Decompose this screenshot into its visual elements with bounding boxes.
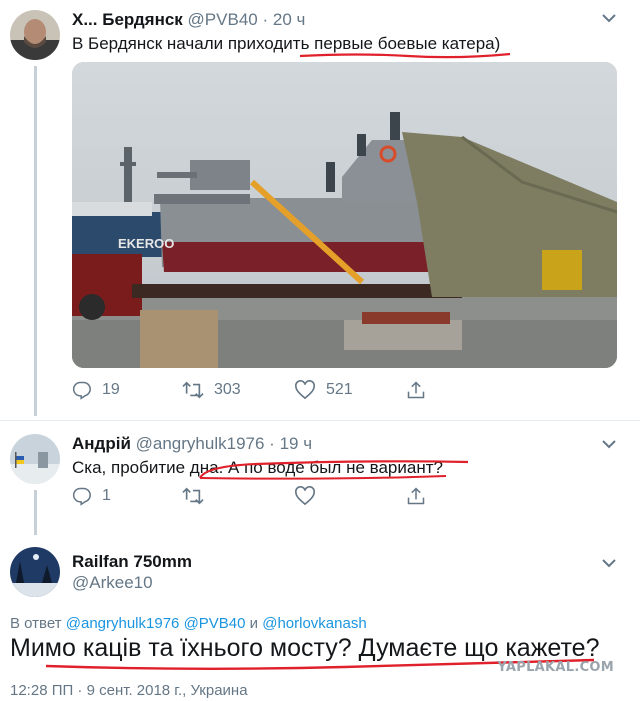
author-handle[interactable]: @PVB40 — [188, 10, 258, 29]
reply-prefix: В ответ — [10, 615, 66, 632]
retweet-button[interactable] — [182, 486, 204, 506]
tweet-header: Х... Бердянск @PVB40 · 20 ч — [72, 10, 305, 30]
reply-button[interactable]: 1 — [72, 486, 111, 506]
share-icon — [407, 381, 425, 399]
watermark: YAPLAKAL.COM — [497, 660, 614, 675]
ship-name-text: EKEROO — [118, 236, 174, 251]
chevron-down-icon[interactable] — [602, 555, 616, 573]
tweet-header-handle: @Arkee10 — [72, 573, 153, 593]
chevron-down-icon[interactable] — [602, 436, 616, 454]
tweet-text-highlight: первые боевые катера — [314, 34, 495, 53]
mention-link[interactable]: @angryhulk1976 — [66, 615, 180, 632]
author-name[interactable]: Railfan 750mm — [72, 552, 192, 571]
mention-link[interactable]: @PVB40 — [184, 615, 246, 632]
author-name[interactable]: Х... Бердянск — [72, 10, 183, 29]
reply-icon — [72, 381, 91, 400]
avatar[interactable] — [10, 547, 60, 597]
like-button[interactable] — [294, 486, 316, 506]
reply-icon — [72, 487, 91, 506]
chevron-down-icon[interactable] — [602, 10, 616, 28]
retweet-button[interactable]: 303 — [182, 380, 241, 400]
share-icon — [407, 487, 425, 505]
tweet-text: Ска, пробитие дна. А по воде был не вари… — [72, 458, 443, 478]
dot-separator: · — [269, 434, 275, 453]
author-name[interactable]: Андрій — [72, 434, 131, 453]
author-handle[interactable]: @angryhulk1976 — [136, 434, 265, 453]
retweet-icon — [182, 381, 204, 399]
avatar[interactable] — [10, 434, 60, 484]
heart-icon — [295, 486, 315, 506]
share-button[interactable] — [406, 380, 426, 400]
tweet-actions: 1 — [72, 486, 472, 512]
reply-button[interactable]: 19 — [72, 380, 120, 400]
timestamp[interactable]: 20 ч — [273, 10, 306, 29]
share-button[interactable] — [406, 486, 426, 506]
tweet-header: Андрій @angryhulk1976 · 19 ч — [72, 434, 312, 454]
tweet-text-part: В Бердянск начали приходить — [72, 34, 315, 53]
tweet-actions: 19 303 521 — [72, 380, 472, 406]
heart-icon — [295, 380, 315, 400]
thread-line — [34, 490, 37, 535]
reply-context: В ответ @angryhulk1976 @PVB40 и @horlovk… — [10, 615, 367, 632]
tweet-1[interactable]: Х... Бердянск @PVB40 · 20 ч В Бердянск н… — [0, 0, 640, 420]
tweet-text: В Бердянск начали приходить первые боевы… — [72, 34, 500, 54]
retweet-icon — [182, 487, 204, 505]
reply-count: 19 — [102, 381, 120, 398]
tweet-photo[interactable]: EKEROO — [72, 62, 617, 368]
tweet-header: Railfan 750mm — [72, 552, 192, 572]
like-button[interactable]: 521 — [294, 380, 353, 400]
avatar[interactable] — [10, 10, 60, 60]
tweet-text-part: Ска, пробитие дна — [72, 458, 219, 477]
reply-count: 1 — [102, 487, 111, 504]
like-count: 521 — [326, 381, 353, 398]
thread-line — [34, 66, 37, 416]
tweet-metadata: 12:28 ПП · 9 сент. 2018 г., Украина — [10, 682, 248, 699]
dot-separator: · — [262, 10, 269, 29]
author-handle[interactable]: @Arkee10 — [72, 573, 153, 592]
tweet-text-part: ) — [494, 34, 501, 53]
timestamp[interactable]: 19 ч — [280, 434, 313, 453]
mention-link[interactable]: @horlovkanash — [262, 615, 366, 632]
tweet-2[interactable]: Андрій @angryhulk1976 · 19 ч Ска, пробит… — [0, 420, 640, 535]
tweet-text-highlight: . А по воде был не вариант? — [218, 458, 443, 477]
retweet-count: 303 — [214, 381, 241, 398]
tweet-text: Мимо каців та їхнього мосту? Думаєте що … — [10, 634, 600, 662]
reply-and: и — [245, 615, 263, 632]
